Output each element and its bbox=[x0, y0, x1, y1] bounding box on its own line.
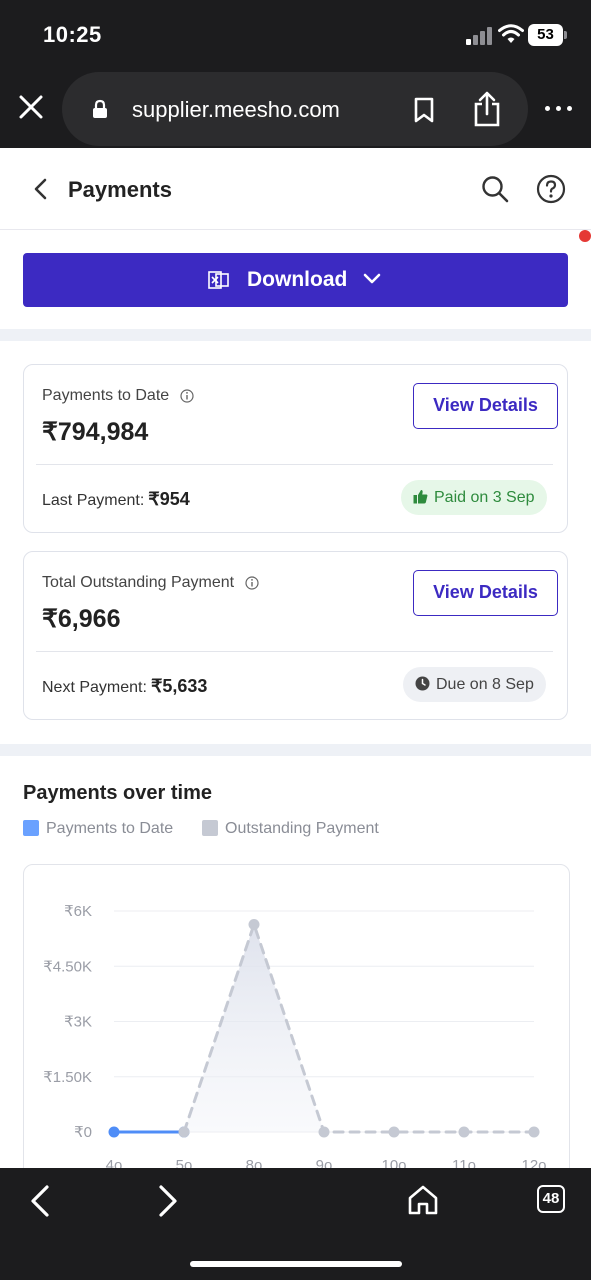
outstanding-payment-point bbox=[458, 1126, 470, 1138]
view-details-button[interactable]: View Details bbox=[413, 383, 558, 429]
status-time: 10:25 bbox=[43, 22, 102, 47]
y-tick-label: ₹1.50K bbox=[43, 1069, 92, 1086]
x-tick-label: 4o bbox=[106, 1157, 123, 1168]
download-label: Download bbox=[247, 268, 348, 291]
paid-status-badge: Paid on 3 Sep bbox=[401, 480, 547, 515]
view-details-button[interactable]: View Details bbox=[413, 570, 558, 616]
forward-icon[interactable] bbox=[154, 1184, 180, 1218]
back-icon[interactable] bbox=[28, 1184, 54, 1218]
more-icon[interactable] bbox=[543, 98, 575, 118]
card-divider bbox=[36, 651, 553, 652]
x-tick-label: 8o bbox=[246, 1157, 263, 1168]
outstanding-payment-text: Total Outstanding Payment bbox=[42, 574, 235, 591]
browser-bar: supplier.meesho.com bbox=[0, 70, 591, 148]
url-text: supplier.meesho.com bbox=[132, 97, 340, 122]
back-arrow-icon[interactable] bbox=[28, 174, 54, 204]
next-payment-label: Next Payment: bbox=[42, 679, 147, 696]
legend-swatch bbox=[23, 820, 39, 836]
outstanding-payment-point bbox=[388, 1126, 400, 1138]
outstanding-payment-point bbox=[248, 919, 260, 931]
page-title: Payments bbox=[68, 177, 172, 202]
section-divider bbox=[0, 329, 591, 341]
outstanding-payment-amount: ₹6,966 bbox=[42, 605, 121, 633]
chevron-down-icon bbox=[363, 273, 381, 284]
next-payment: Next Payment: ₹5,633 bbox=[42, 676, 207, 697]
y-tick-label: ₹6K bbox=[64, 903, 92, 920]
search-icon[interactable] bbox=[480, 174, 510, 204]
outstanding-payment-point bbox=[178, 1126, 190, 1138]
close-icon[interactable] bbox=[16, 92, 46, 122]
excel-icon bbox=[208, 271, 229, 289]
web-page: Payments Download Payments to Date ₹794,… bbox=[0, 148, 591, 1168]
last-payment-amount: ₹954 bbox=[148, 489, 190, 509]
thumbs-up-icon bbox=[413, 490, 428, 504]
chart-title: Payments over time bbox=[23, 782, 212, 804]
outstanding-payment-area bbox=[184, 924, 534, 1132]
browser-bottom-bar: 48 bbox=[0, 1168, 591, 1280]
due-status-text: Due on 8 Sep bbox=[436, 676, 534, 693]
battery-icon: 53 bbox=[528, 24, 563, 46]
last-payment-label: Last Payment: bbox=[42, 492, 145, 509]
info-icon[interactable] bbox=[244, 576, 259, 590]
payments-chart: ₹6K ₹4.50K ₹3K ₹1.50K ₹0 4o 5o 8o 9o 10o 11o 12o bbox=[43, 903, 546, 1168]
chart-card: ₹6K ₹4.50K ₹3K ₹1.50K ₹0 4o 5o 8o 9o 10o 11o 12o bbox=[23, 864, 570, 1168]
home-indicator bbox=[190, 1261, 402, 1267]
legend-payments-to-date[interactable]: Payments to Date bbox=[23, 820, 173, 838]
status-bar: 10:25 53 bbox=[0, 0, 591, 70]
x-tick-label: 12o bbox=[521, 1157, 546, 1168]
screen: 10:25 53 supplier.meesho.com Payments Do… bbox=[0, 0, 591, 1280]
download-button[interactable]: Download bbox=[23, 253, 568, 307]
outstanding-payment-point bbox=[528, 1126, 540, 1138]
next-payment-amount: ₹5,633 bbox=[150, 676, 208, 696]
outstanding-payment-label: Total Outstanding Payment bbox=[42, 574, 259, 592]
payments-to-date-point bbox=[108, 1126, 120, 1138]
app-header: Payments bbox=[0, 148, 591, 230]
outstanding-payment-card: Total Outstanding Payment ₹6,966 View De… bbox=[23, 551, 568, 720]
legend-swatch bbox=[202, 820, 218, 836]
payments-to-date-text: Payments to Date bbox=[42, 387, 170, 404]
home-icon[interactable] bbox=[407, 1184, 439, 1216]
address-bar[interactable]: supplier.meesho.com bbox=[62, 72, 528, 146]
card-divider bbox=[36, 464, 553, 465]
x-tick-label: 10o bbox=[381, 1157, 406, 1168]
bookmark-icon[interactable] bbox=[412, 96, 436, 124]
clock-icon bbox=[415, 676, 430, 691]
section-divider bbox=[0, 744, 591, 756]
paid-status-text: Paid on 3 Sep bbox=[434, 489, 535, 506]
cellular-signal-icon bbox=[466, 27, 492, 45]
x-tick-label: 11o bbox=[452, 1157, 476, 1168]
x-tick-label: 9o bbox=[316, 1157, 333, 1168]
payments-to-date-card: Payments to Date ₹794,984 View Details L… bbox=[23, 364, 568, 533]
legend-outstanding-payment[interactable]: Outstanding Payment bbox=[202, 820, 379, 838]
tabs-button[interactable]: 48 bbox=[537, 1185, 565, 1213]
info-icon[interactable] bbox=[180, 389, 194, 403]
legend-label: Payments to Date bbox=[46, 820, 174, 837]
payments-to-date-label: Payments to Date bbox=[42, 387, 194, 405]
legend-label: Outstanding Payment bbox=[225, 820, 379, 837]
wifi-icon bbox=[498, 24, 524, 43]
outstanding-payment-point bbox=[318, 1126, 330, 1138]
share-icon[interactable] bbox=[472, 90, 502, 128]
last-payment: Last Payment: ₹954 bbox=[42, 489, 190, 510]
x-tick-label: 5o bbox=[176, 1157, 193, 1168]
lock-icon bbox=[93, 99, 107, 118]
notification-dot bbox=[579, 230, 591, 242]
y-tick-label: ₹0 bbox=[74, 1124, 92, 1141]
y-tick-label: ₹4.50K bbox=[43, 958, 92, 975]
payments-to-date-amount: ₹794,984 bbox=[42, 418, 149, 446]
battery-cap bbox=[564, 31, 567, 39]
due-status-badge: Due on 8 Sep bbox=[403, 667, 546, 702]
help-icon[interactable] bbox=[536, 174, 566, 204]
y-tick-label: ₹3K bbox=[64, 1014, 92, 1031]
